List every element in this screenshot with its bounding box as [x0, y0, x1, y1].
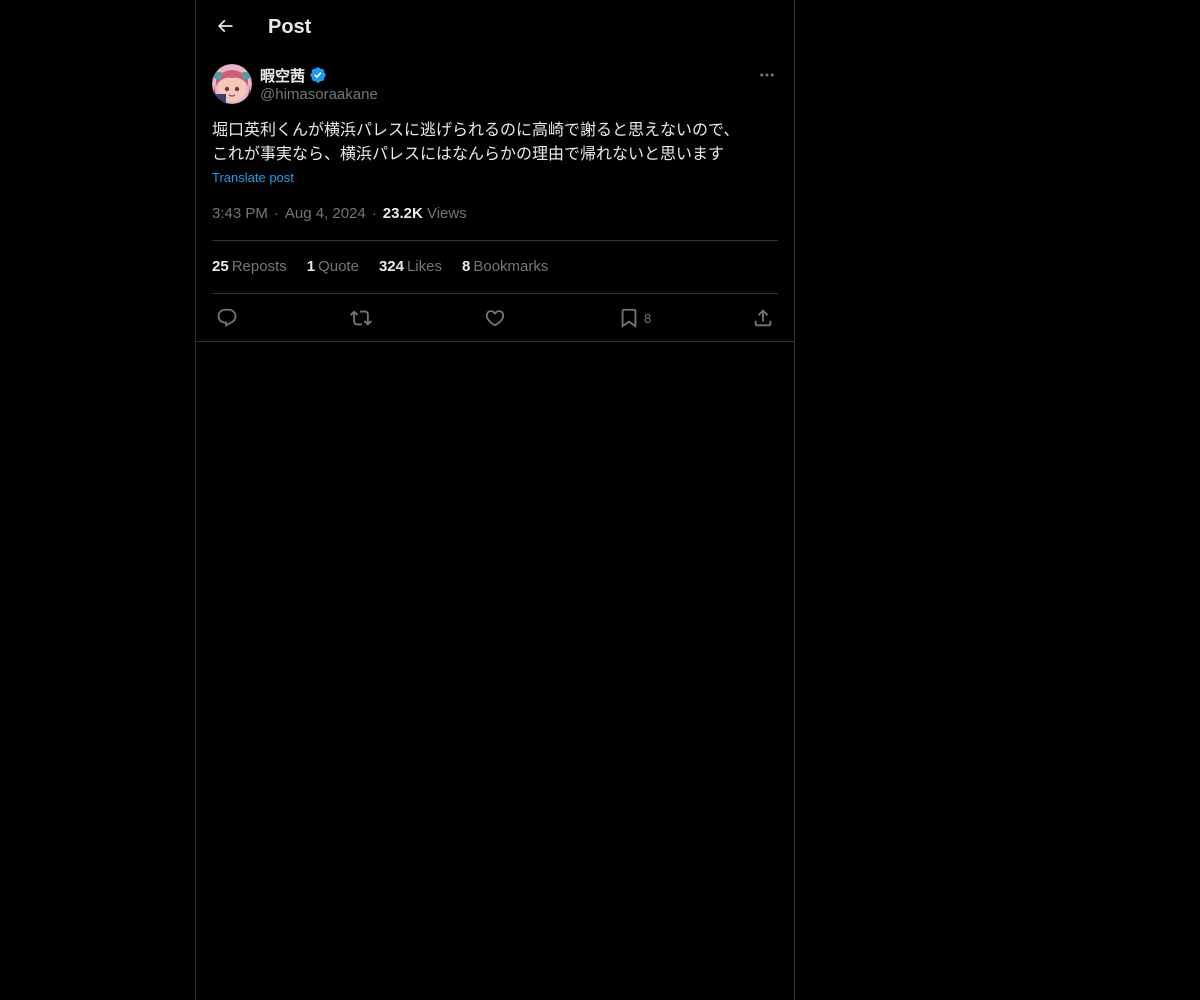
reply-button[interactable] [216, 306, 238, 330]
main-column: Post 暇空茜 @himasoraakane 堀口英利くんが横浜パレスに逃げら… [195, 0, 795, 1000]
meta-separator: · [371, 205, 377, 222]
reposts-label: Reposts [231, 258, 287, 275]
views: 23.2K Views [383, 205, 467, 222]
translate-post-link[interactable]: Translate post [212, 170, 294, 185]
divider [212, 293, 778, 294]
bookmark-button[interactable]: 8 [618, 306, 651, 330]
meta-separator: · [273, 205, 279, 222]
quotes-count: 1 [306, 258, 316, 275]
author-name-row: 暇空茜 [260, 65, 327, 85]
page-header: Post [196, 0, 794, 53]
likes-stat[interactable]: 324 Likes [379, 258, 442, 275]
bookmark-icon [621, 308, 637, 329]
reply-icon [217, 308, 237, 327]
more-options-button[interactable] [756, 64, 778, 86]
avatar[interactable] [212, 64, 252, 104]
quotes-label: Quote [318, 258, 359, 275]
author-display-name[interactable]: 暇空茜 [260, 65, 305, 86]
post-stats: 25 Reposts 1 Quote 324 Likes 8 Bookmarks [212, 258, 548, 275]
page-title: Post [268, 16, 312, 38]
post-date[interactable]: Aug 4, 2024 [285, 205, 366, 222]
bookmarks-count: 8 [462, 258, 471, 275]
back-button[interactable] [208, 9, 242, 43]
repost-icon [350, 310, 372, 326]
reposts-count: 25 [212, 258, 229, 275]
share-icon [754, 309, 772, 327]
post-text: 堀口英利くんが横浜パレスに逃げられるのに高崎で謝ると思えないので、 これが事実な… [212, 119, 778, 167]
bookmarks-stat[interactable]: 8 Bookmarks [462, 258, 548, 275]
reposts-stat[interactable]: 25 Reposts [212, 258, 287, 275]
share-button[interactable] [752, 306, 774, 330]
like-icon [485, 310, 505, 327]
views-count: 23.2K [382, 205, 423, 222]
avatar-image [212, 64, 252, 104]
divider [196, 341, 794, 342]
bookmark-count: 8 [644, 310, 652, 326]
likes-count: 324 [378, 258, 404, 275]
arrow-left-icon [217, 19, 233, 33]
repost-button[interactable] [350, 306, 372, 330]
post-text-line: 堀口英利くんが横浜パレスに逃げられるのに高崎で謝ると思えないので、 [212, 122, 740, 139]
post-actions: 8 [212, 306, 778, 330]
like-button[interactable] [484, 306, 506, 330]
views-label: Views [426, 205, 467, 222]
verified-badge-icon [310, 67, 326, 83]
divider [212, 240, 778, 241]
author-handle[interactable]: @himasoraakane [260, 86, 378, 103]
likes-label: Likes [406, 258, 442, 275]
post-meta: 3:43 PM · Aug 4, 2024 · 23.2K Views [212, 205, 467, 222]
bookmarks-label: Bookmarks [473, 258, 549, 275]
post-text-line: これが事実なら、横浜パレスにはなんらかの理由で帰れないと思います [212, 146, 725, 163]
post-time[interactable]: 3:43 PM [212, 205, 268, 222]
more-icon [760, 73, 774, 77]
quotes-stat[interactable]: 1 Quote [307, 258, 359, 275]
